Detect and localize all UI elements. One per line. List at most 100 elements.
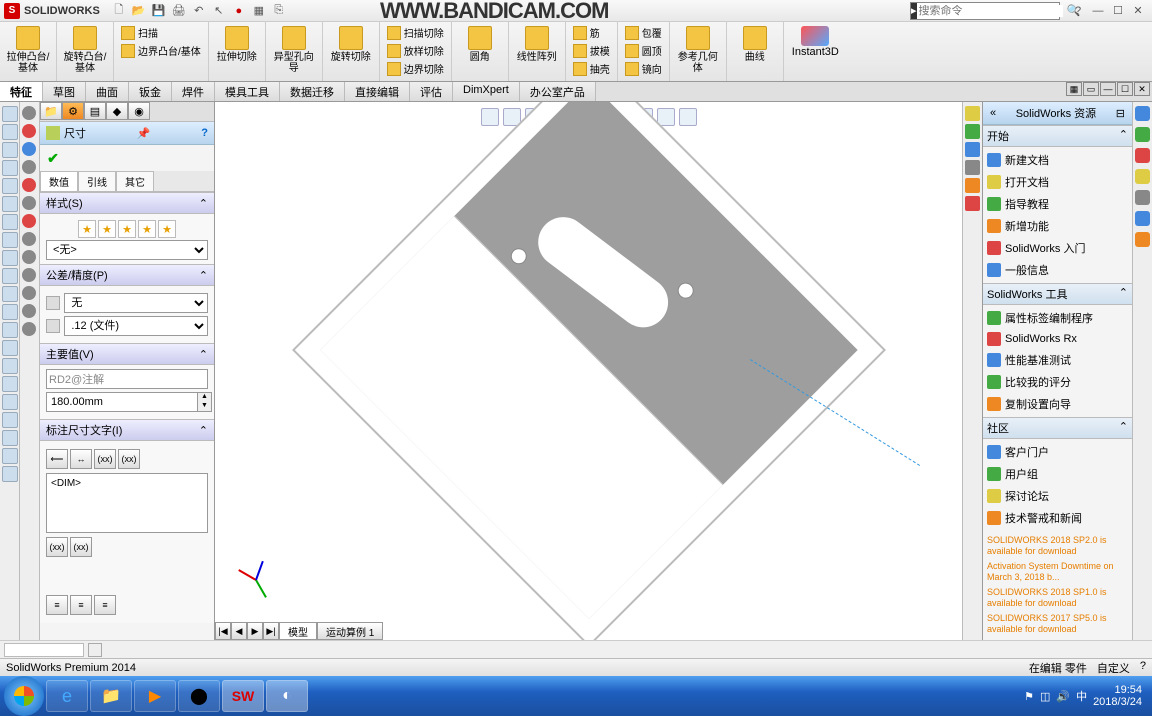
coord-lock-icon[interactable]: [88, 643, 102, 657]
config-manager-tab[interactable]: ▤: [84, 102, 106, 120]
tool-icon[interactable]: [2, 376, 18, 392]
ref-geometry-button[interactable]: 参考几何体: [674, 24, 722, 76]
collapse-icon[interactable]: ⌃: [199, 197, 208, 210]
sketch-icon[interactable]: [22, 160, 36, 174]
tool-icon[interactable]: [1135, 169, 1150, 184]
rib-button[interactable]: 筋: [570, 24, 613, 41]
tab-datamigration[interactable]: 数据迁移: [280, 82, 345, 101]
sketch-icon[interactable]: [22, 142, 36, 156]
text-center-button[interactable]: ↔: [70, 449, 92, 469]
text-left-button[interactable]: ⟵: [46, 449, 68, 469]
sketch-icon[interactable]: [22, 196, 36, 210]
maximize-icon[interactable]: ☐: [1108, 3, 1128, 19]
status-help-icon[interactable]: ?: [1140, 660, 1146, 676]
extrude-boss-button[interactable]: 拉伸凸台/基体: [4, 24, 52, 76]
favorite-button[interactable]: ★: [158, 220, 176, 238]
text-xx-button[interactable]: (xx): [94, 449, 116, 469]
news-link[interactable]: Activation System Downtime on March 3, 2…: [987, 559, 1128, 585]
revolve-cut-button[interactable]: 旋转切除: [327, 24, 375, 65]
display-manager-tab[interactable]: ◉: [128, 102, 150, 120]
doc-minimize-icon[interactable]: —: [1100, 82, 1116, 96]
tab-evaluate[interactable]: 评估: [410, 82, 453, 101]
tray-clock[interactable]: 19:54 2018/3/24: [1093, 684, 1142, 708]
text-xx2-button[interactable]: (xx): [118, 449, 140, 469]
sketch-icon[interactable]: [22, 214, 36, 228]
tab-weldments[interactable]: 焊件: [172, 82, 215, 101]
style-combo[interactable]: <无>: [46, 240, 208, 260]
tool-icon[interactable]: [2, 466, 18, 482]
command-search[interactable]: ▸ 🔍: [910, 2, 1060, 20]
tool-icon[interactable]: [1135, 127, 1150, 142]
tech-alerts-link[interactable]: 技术警戒和新闻: [985, 507, 1130, 529]
tutorials-link[interactable]: 指导教程: [985, 193, 1130, 215]
ok-button[interactable]: ✔: [44, 149, 62, 167]
rx-link[interactable]: SolidWorks Rx: [985, 329, 1130, 349]
sketch-icon[interactable]: [22, 124, 36, 138]
options-icon[interactable]: ▦: [250, 2, 268, 20]
subtab-leaders[interactable]: 引线: [78, 171, 116, 191]
custom-props-tab-icon[interactable]: [965, 196, 980, 211]
dimension-name-input[interactable]: [46, 369, 208, 389]
open-doc-link[interactable]: 打开文档: [985, 171, 1130, 193]
pin-icon[interactable]: 📌: [137, 127, 151, 140]
mirror-button[interactable]: 镜向: [622, 60, 665, 77]
tool-icon[interactable]: [1135, 148, 1150, 163]
dim-text-input[interactable]: <DIM>: [46, 473, 208, 533]
tool-icon[interactable]: [2, 196, 18, 212]
collapse-icon[interactable]: ⌃: [1119, 286, 1128, 302]
task-back-icon[interactable]: «: [986, 107, 1000, 119]
start-button[interactable]: [4, 676, 44, 716]
tab-features[interactable]: 特征: [0, 82, 43, 101]
whats-new-link[interactable]: 新增功能: [985, 215, 1130, 237]
tray-ime-icon[interactable]: 中: [1076, 688, 1087, 704]
tab-last-icon[interactable]: ▶|: [263, 622, 279, 640]
search-input[interactable]: [917, 5, 1063, 17]
compare-score-link[interactable]: 比较我的评分: [985, 371, 1130, 393]
task-autohide-icon[interactable]: ⊟: [1112, 107, 1129, 120]
news-link[interactable]: SOLIDWORKS 2018 SP1.0 is available for d…: [987, 585, 1128, 611]
save-favorite-button[interactable]: ★: [118, 220, 136, 238]
dome-button[interactable]: 圆顶: [622, 42, 665, 59]
tool-icon[interactable]: [2, 448, 18, 464]
status-custom[interactable]: 自定义: [1097, 660, 1130, 676]
appearances-tab-icon[interactable]: [965, 178, 980, 193]
tray-flag-icon[interactable]: ⚑: [1024, 690, 1034, 703]
precision-combo[interactable]: .12 (文件): [64, 316, 208, 336]
fillet-button[interactable]: 圆角: [456, 24, 504, 65]
save-icon[interactable]: 💾: [150, 2, 168, 20]
file-explorer-tab-icon[interactable]: [965, 142, 980, 157]
tray-network-icon[interactable]: ◫: [1040, 690, 1050, 703]
sweep-button[interactable]: 扫描: [118, 24, 204, 41]
news-link[interactable]: Scheduled Maintenance Friday: [987, 637, 1128, 640]
new-icon[interactable]: 🗋: [110, 2, 128, 20]
shell-button[interactable]: 抽壳: [570, 60, 613, 77]
close-icon[interactable]: ✕: [1128, 3, 1148, 19]
property-tab-link[interactable]: 属性标签编制程序: [985, 307, 1130, 329]
tool-icon[interactable]: [2, 232, 18, 248]
coord-input[interactable]: [4, 643, 84, 657]
collapse-icon[interactable]: ⌃: [1119, 420, 1128, 436]
boundary-cut-button[interactable]: 边界切除: [384, 60, 447, 77]
news-link[interactable]: SOLIDWORKS 2017 SP5.0 is available for d…: [987, 611, 1128, 637]
sketch-icon[interactable]: [22, 232, 36, 246]
design-library-tab-icon[interactable]: [965, 124, 980, 139]
tool-icon[interactable]: [2, 430, 18, 446]
benchmark-link[interactable]: 性能基准测试: [985, 349, 1130, 371]
tab-moldtools[interactable]: 模具工具: [215, 82, 280, 101]
tool-icon[interactable]: [2, 286, 18, 302]
draft-button[interactable]: 拔模: [570, 42, 613, 59]
justify-center-button[interactable]: ≡: [70, 595, 92, 615]
loft-cut-button[interactable]: 放样切除: [384, 42, 447, 59]
tool-icon[interactable]: [2, 412, 18, 428]
collapse-icon[interactable]: ⌃: [199, 424, 208, 437]
open-icon[interactable]: 📂: [130, 2, 148, 20]
chrome-taskbar-button[interactable]: ⬤: [178, 680, 220, 712]
tolerance-type-combo[interactable]: 无: [64, 293, 208, 313]
undo-icon[interactable]: ↶: [190, 2, 208, 20]
tab-prev-icon[interactable]: ◀: [231, 622, 247, 640]
media-taskbar-button[interactable]: ▶: [134, 680, 176, 712]
motion-study-tab[interactable]: 运动算例 1: [317, 622, 383, 640]
sketch-icon[interactable]: [22, 286, 36, 300]
sketch-icon[interactable]: [22, 250, 36, 264]
dim-text-section-header[interactable]: 标注尺寸文字(I)⌃: [40, 419, 214, 441]
